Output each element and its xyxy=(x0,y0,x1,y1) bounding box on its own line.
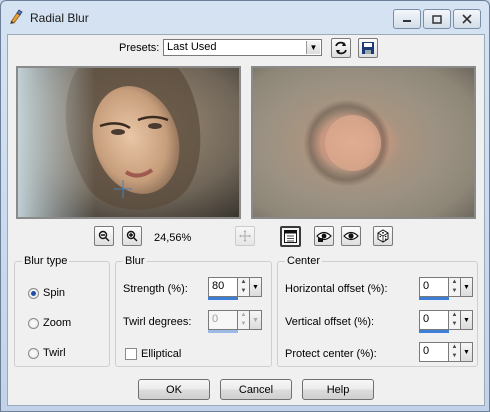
help-button-label: Help xyxy=(326,383,350,396)
proof-button[interactable] xyxy=(341,226,361,246)
radio-spin-indicator[interactable] xyxy=(28,288,39,299)
maximize-button[interactable] xyxy=(423,9,451,29)
protect-center-input[interactable]: 0 ▲ ▼ ▼ xyxy=(419,342,475,364)
zoom-level: 24,56% xyxy=(154,232,192,244)
strength-slider-bar[interactable] xyxy=(208,297,238,300)
reset-preset-button[interactable] xyxy=(331,38,351,58)
portrait-preview-image xyxy=(18,68,239,217)
protect-center-label: Protect center (%): xyxy=(285,348,377,360)
zoom-out-button[interactable] xyxy=(94,226,114,246)
radio-zoom-indicator[interactable] xyxy=(28,318,39,329)
presets-value: Last Used xyxy=(167,41,217,53)
presets-label: Presets: xyxy=(119,42,160,54)
close-icon xyxy=(462,14,472,24)
title-bar[interactable]: Radial Blur xyxy=(1,1,489,35)
strength-dropdown-arrow[interactable]: ▼ xyxy=(250,277,262,297)
protect-center-field[interactable]: 0 xyxy=(419,342,449,362)
randomize-button[interactable] xyxy=(373,226,393,246)
auto-proof-button[interactable] xyxy=(314,226,334,246)
proof-toggle-button[interactable] xyxy=(280,226,301,247)
blurred-preview-image xyxy=(253,68,474,217)
twirl-dropdown-arrow[interactable]: ▼ xyxy=(250,310,262,330)
minimize-button[interactable] xyxy=(393,9,421,29)
presets-dropdown[interactable]: Last Used ▼ xyxy=(163,39,322,56)
radio-spin-label: Spin xyxy=(43,287,66,299)
help-button[interactable]: Help xyxy=(302,379,374,400)
zoom-out-icon xyxy=(98,230,110,242)
vertical-offset-input[interactable]: 0 ▲ ▼ ▼ xyxy=(419,310,475,333)
vertical-offset-slider-bar[interactable] xyxy=(419,330,449,333)
strength-spinner[interactable]: ▲ ▼ xyxy=(238,277,250,297)
strength-label: Strength (%): xyxy=(123,283,188,295)
reset-arrows-icon xyxy=(335,41,347,55)
save-preset-button[interactable] xyxy=(358,38,378,58)
radio-zoom-label: Zoom xyxy=(43,317,72,329)
strength-field[interactable]: 80 xyxy=(208,277,238,297)
preview-window-icon xyxy=(284,230,297,243)
minimize-icon xyxy=(403,20,411,22)
twirl-slider-bar[interactable] xyxy=(208,330,238,333)
result-preview[interactable] xyxy=(251,66,476,219)
protect-center-dropdown-arrow[interactable]: ▼ xyxy=(461,342,473,362)
cancel-button[interactable]: Cancel xyxy=(220,379,292,400)
horizontal-offset-field[interactable]: 0 xyxy=(419,277,449,297)
close-button[interactable] xyxy=(453,9,481,29)
radio-twirl-indicator[interactable] xyxy=(28,348,39,359)
horizontal-offset-input[interactable]: 0 ▲ ▼ ▼ xyxy=(419,277,475,300)
center-group: Center Horizontal offset (%): 0 ▲ ▼ ▼ Ver… xyxy=(277,255,478,367)
strength-input[interactable]: 80 ▲ ▼ ▼ xyxy=(208,277,264,300)
zoom-in-button[interactable] xyxy=(122,226,142,246)
center-title: Center xyxy=(285,255,323,267)
horizontal-offset-dropdown-arrow[interactable]: ▼ xyxy=(461,277,473,297)
protect-center-spinner[interactable]: ▲ ▼ xyxy=(449,342,461,362)
maximize-icon xyxy=(432,14,442,24)
dialog-window: Radial Blur Presets: Last Used ▼ 24,56% … xyxy=(0,0,490,412)
dice-icon xyxy=(377,229,389,243)
vertical-offset-label: Vertical offset (%): xyxy=(285,316,375,328)
twirl-spinner[interactable]: ▲ ▼ xyxy=(238,310,250,330)
elliptical-label: Elliptical xyxy=(141,348,182,360)
pan-button[interactable] xyxy=(235,226,255,246)
vertical-offset-spinner[interactable]: ▲ ▼ xyxy=(449,310,461,330)
zoom-in-icon xyxy=(126,230,138,242)
vertical-offset-dropdown-arrow[interactable]: ▼ xyxy=(461,310,473,330)
ok-button-label: OK xyxy=(166,383,182,396)
app-brush-icon xyxy=(10,9,23,24)
move-crosshair-icon xyxy=(239,230,251,242)
twirl-field[interactable]: 0 xyxy=(208,310,238,330)
twirl-input[interactable]: 0 ▲ ▼ ▼ xyxy=(208,310,264,333)
blur-title: Blur xyxy=(123,255,147,267)
eye-lock-icon xyxy=(316,231,332,242)
blur-group: Blur Strength (%): 80 ▲ ▼ ▼ Twirl degrees… xyxy=(115,255,272,367)
original-preview[interactable] xyxy=(16,66,241,219)
horizontal-offset-label: Horizontal offset (%): xyxy=(285,283,388,295)
radio-twirl-label: Twirl xyxy=(43,347,66,359)
blur-type-title: Blur type xyxy=(22,255,70,267)
horizontal-offset-slider-bar[interactable] xyxy=(419,297,449,300)
elliptical-checkbox[interactable] xyxy=(125,348,137,360)
cancel-button-label: Cancel xyxy=(238,383,274,396)
dialog-client-area: Presets: Last Used ▼ 24,56% Blur type Sp… xyxy=(7,34,485,406)
eye-icon xyxy=(343,231,359,241)
chevron-down-icon: ▼ xyxy=(306,41,320,54)
horizontal-offset-spinner[interactable]: ▲ ▼ xyxy=(449,277,461,297)
vertical-offset-field[interactable]: 0 xyxy=(419,310,449,330)
ok-button[interactable]: OK xyxy=(138,379,210,400)
twirl-label: Twirl degrees: xyxy=(123,316,192,328)
blur-type-group: Blur type Spin Zoom Twirl xyxy=(14,255,110,367)
window-title: Radial Blur xyxy=(30,11,89,25)
save-disk-icon xyxy=(362,42,374,54)
